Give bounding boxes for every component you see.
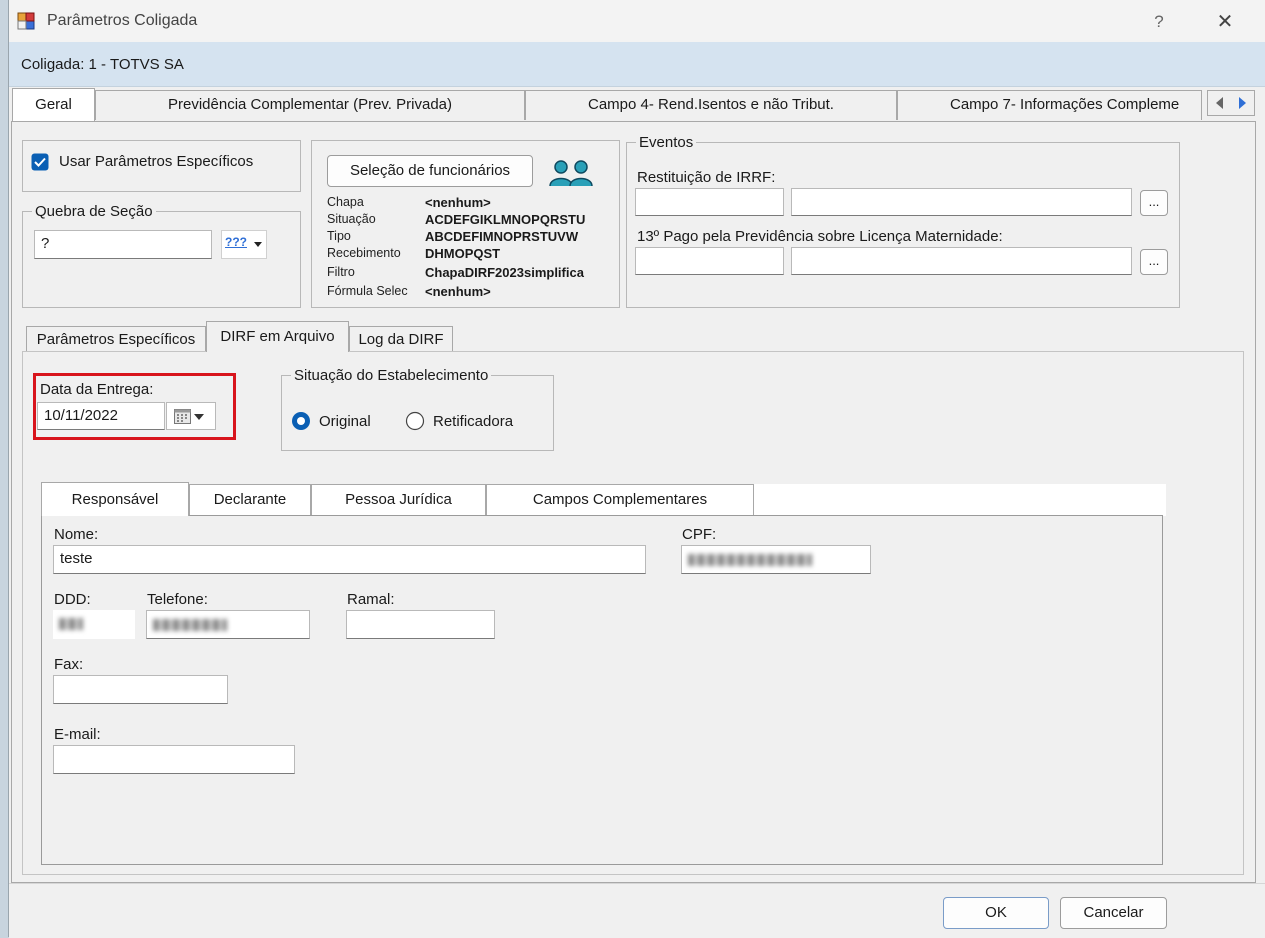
cpf-input[interactable] — [681, 545, 871, 574]
original-radio[interactable] — [291, 411, 311, 431]
chapa-key: Chapa — [327, 195, 364, 209]
quebra-lookup-button[interactable]: ??? — [221, 230, 267, 259]
situacao-key: Situação — [327, 212, 376, 226]
entrega-label: Data da Entrega: — [40, 381, 154, 398]
restituicao-desc-input[interactable] — [791, 188, 1132, 216]
ddd-input[interactable] — [53, 610, 135, 639]
fax-input[interactable] — [53, 675, 228, 704]
filtro-key: Filtro — [327, 265, 355, 279]
tipo-key: Tipo — [327, 229, 351, 243]
filtro-value: ChapaDIRF2023simplifica — [425, 265, 584, 280]
decimo-ellipsis-button[interactable]: ... — [1140, 249, 1168, 275]
tab-responsavel[interactable]: Responsável — [41, 482, 189, 516]
restituicao-label: Restituição de IRRF: — [637, 169, 776, 186]
recebimento-value: DHMOPQST — [425, 246, 501, 261]
tab-campo-4[interactable]: Campo 4- Rend.Isentos e não Tribut. — [525, 90, 897, 120]
retificadora-radio[interactable] — [405, 411, 425, 431]
quebra-legend: Quebra de Seção — [32, 203, 156, 220]
recebimento-key: Recebimento — [327, 246, 401, 260]
app-icon — [17, 12, 35, 30]
window-title: Parâmetros Coligada — [47, 12, 198, 29]
tab-campo-7[interactable]: Campo 7- Informações Compleme — [897, 90, 1202, 120]
telefone-input[interactable] — [146, 610, 310, 639]
users-icon — [549, 160, 593, 187]
decimo-desc-input[interactable] — [791, 247, 1132, 275]
email-label: E-mail: — [54, 726, 101, 743]
tab-pessoa-juridica[interactable]: Pessoa Jurídica — [311, 484, 486, 516]
ok-button[interactable]: OK — [943, 897, 1049, 929]
tab-dirf-arquivo[interactable]: DIRF em Arquivo — [206, 321, 349, 352]
original-label: Original — [319, 413, 371, 430]
usar-label: Usar Parâmetros Específicos — [59, 153, 254, 170]
title-bar: Parâmetros Coligada ? ✕ — [9, 0, 1265, 42]
quebra-group — [22, 211, 301, 308]
coligada-banner: Coligada: 1 - TOTVS SA — [9, 42, 1265, 87]
situacao-legend: Situação do Estabelecimento — [291, 367, 492, 384]
chapa-value: <nenhum> — [425, 195, 491, 210]
coligada-label: Coligada: 1 - TOTVS SA — [21, 56, 184, 73]
retificadora-label: Retificadora — [433, 413, 514, 430]
lookup-icon: ??? — [225, 235, 247, 249]
tab-campos-complementares[interactable]: Campos Complementares — [486, 484, 754, 516]
tab-strip-filler — [754, 484, 1166, 516]
fax-label: Fax: — [54, 656, 84, 673]
close-button[interactable]: ✕ — [1205, 8, 1245, 36]
email-input[interactable] — [53, 745, 295, 774]
quebra-input[interactable]: ? — [34, 230, 212, 259]
tab-geral[interactable]: Geral — [12, 88, 95, 122]
restituicao-ellipsis-button[interactable]: ... — [1140, 190, 1168, 216]
ramal-label: Ramal: — [347, 591, 395, 608]
dialog-window: Parâmetros Coligada ? ✕ Coligada: 1 - TO… — [8, 0, 1265, 938]
usar-checkbox[interactable] — [31, 153, 49, 171]
nome-input[interactable]: teste — [53, 545, 646, 574]
nome-label: Nome: — [54, 526, 99, 543]
cpf-label: CPF: — [682, 526, 717, 543]
scroll-left-icon[interactable] — [1212, 95, 1228, 111]
entrega-date-input[interactable]: 10/11/2022 — [37, 402, 165, 430]
eventos-legend: Eventos — [636, 134, 697, 151]
ramal-input[interactable] — [346, 610, 495, 639]
calendar-icon — [174, 409, 204, 424]
situacao-value: ACDEFGIKLMNOPQRSTU — [425, 212, 586, 227]
telefone-label: Telefone: — [147, 591, 208, 608]
entrega-calendar-button[interactable] — [166, 402, 216, 430]
decimo-label: 13º Pago pela Previdência sobre Licença … — [637, 228, 1003, 245]
chevron-down-icon — [254, 242, 262, 247]
ddd-label: DDD: — [54, 591, 91, 608]
restituicao-code-input[interactable] — [635, 188, 784, 216]
tab-scroll — [1207, 90, 1255, 116]
tab-parametros-especificos[interactable]: Parâmetros Específicos — [26, 326, 206, 352]
tab-declarante[interactable]: Declarante — [189, 484, 311, 516]
formula-value: <nenhum> — [425, 284, 491, 299]
scroll-right-icon[interactable] — [1234, 95, 1250, 111]
tab-previdencia[interactable]: Previdência Complementar (Prev. Privada) — [95, 90, 525, 120]
tab-log-dirf[interactable]: Log da DIRF — [349, 326, 453, 352]
usar-group: Usar Parâmetros Específicos — [22, 140, 301, 192]
decimo-code-input[interactable] — [635, 247, 784, 275]
help-button[interactable]: ? — [1139, 8, 1179, 36]
selecao-summary: Chapa <nenhum> Situação ACDEFGIKLMNOPQRS… — [327, 195, 619, 305]
cancel-button[interactable]: Cancelar — [1060, 897, 1167, 929]
selecao-button[interactable]: Seleção de funcionários — [327, 155, 533, 187]
eventos-group — [626, 142, 1180, 308]
tipo-value: ABCDEFIMNOPRSTUVW — [425, 229, 579, 244]
formula-key: Fórmula Selec — [327, 284, 408, 298]
